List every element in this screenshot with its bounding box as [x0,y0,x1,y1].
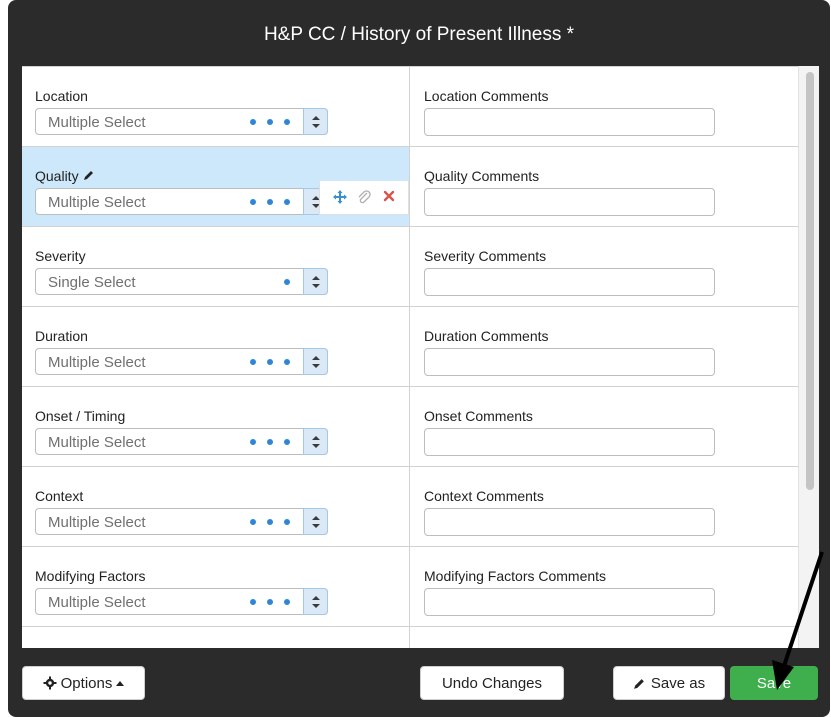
field-label: Modifying Factors [35,568,146,584]
field-label: Quality [35,168,95,184]
save-button[interactable]: Save [730,666,818,700]
comment-label: Duration Comments [424,328,549,344]
select-placeholder: Multiple Select [48,434,146,451]
field-cell: Onset / Timing Multiple Select [22,387,410,466]
comment-cell: Duration Comments [410,307,798,386]
comment-cell: Severity Comments [410,227,798,306]
comment-cell: Quality Comments [410,147,798,226]
single-select-dot [284,279,290,285]
select-placeholder: Multiple Select [48,114,146,131]
field-cell: Context Multiple Select [22,467,410,546]
location-comments-input[interactable] [424,108,715,136]
field-cell: Location Multiple Select [22,67,410,146]
hpi-modal: H&P CC / History of Present Illness * Lo… [8,0,830,717]
select-placeholder: Multiple Select [48,594,146,611]
undo-label: Undo Changes [441,674,543,692]
undo-changes-button[interactable]: Undo Changes [420,666,564,700]
select-placeholder: Single Select [48,274,136,291]
caret-up-icon [116,681,125,686]
severity-select[interactable]: Single Select [35,268,328,295]
multi-select-dots [250,199,290,205]
select-placeholder: Multiple Select [48,194,146,211]
form-row-severity: Severity Single Select Severity Comments [22,226,798,306]
select-placeholder: Multiple Select [48,354,146,371]
pencil-icon[interactable] [83,168,95,184]
up-down-arrows-icon[interactable] [303,508,328,535]
comment-label: Quality Comments [424,168,540,184]
modifying-factors-select[interactable]: Multiple Select [35,588,328,615]
form-row-quality: Quality Multiple Select Quality Comments [22,146,798,226]
context-comments-input[interactable] [424,508,715,536]
form-row-duration: Duration Multiple Select Duration Commen… [22,306,798,386]
save-as-label: Save as [650,674,706,692]
comment-cell: Location Comments [410,67,798,146]
context-select[interactable]: Multiple Select [35,508,328,535]
options-button[interactable]: Options [22,666,145,700]
onset-select[interactable]: Multiple Select [35,428,328,455]
comment-cell: Context Comments [410,467,798,546]
options-label: Options [60,674,113,692]
scrollbar-thumb[interactable] [806,72,814,490]
field-cell: Duration Multiple Select [22,307,410,386]
quality-select[interactable]: Multiple Select [35,188,328,215]
comment-label: Context Comments [424,488,544,504]
field-action-bar [319,181,409,215]
field-cell: Modifying Factors Multiple Select [22,547,410,626]
comment-label: Modifying Factors Comments [424,568,607,584]
location-select[interactable]: Multiple Select [35,108,328,135]
field-label: Context [35,488,84,504]
form-row-modifying-factors: Modifying Factors Multiple Select Modify… [22,546,798,626]
move-icon[interactable] [332,189,348,210]
comment-label: Onset Comments [424,408,533,424]
duration-comments-input[interactable] [424,348,715,376]
modifying-factors-comments-input[interactable] [424,588,715,616]
scrollbar[interactable] [798,66,819,648]
field-cell [22,627,410,648]
onset-comments-input[interactable] [424,428,715,456]
form-row-location: Location Multiple Select Location Commen… [22,66,798,146]
modal-title: H&P CC / History of Present Illness * [263,24,575,45]
quality-comments-input[interactable] [424,188,715,216]
field-label: Duration [35,328,88,344]
comment-cell: Onset Comments [410,387,798,466]
form-row-context: Context Multiple Select Context Comments [22,466,798,546]
duration-select[interactable]: Multiple Select [35,348,328,375]
up-down-arrows-icon[interactable] [303,588,328,615]
save-as-button[interactable]: Save as [613,666,725,700]
up-down-arrows-icon[interactable] [303,428,328,455]
save-label: Save [756,674,792,692]
severity-comments-input[interactable] [424,268,715,296]
close-icon[interactable] [382,189,396,208]
field-label: Onset / Timing [35,408,126,424]
multi-select-dots [250,119,290,125]
field-label: Location [35,88,88,104]
comment-label: Location Comments [424,88,549,104]
gear-icon [43,676,57,690]
multi-select-dots [250,599,290,605]
comment-cell: Modifying Factors Comments [410,547,798,626]
field-cell: Severity Single Select [22,227,410,306]
up-down-arrows-icon[interactable] [303,108,328,135]
multi-select-dots [250,519,290,525]
comment-cell [410,627,798,648]
up-down-arrows-icon[interactable] [303,268,328,295]
pencil-icon [633,678,644,689]
form-row-partial [22,626,798,648]
field-label-text: Quality [35,168,79,184]
multi-select-dots [250,359,290,365]
multi-select-dots [250,439,290,445]
form-row-onset: Onset / Timing Multiple Select Onset Com… [22,386,798,466]
form-content: Location Multiple Select Location Commen… [22,66,819,648]
comment-label: Severity Comments [424,248,547,264]
paperclip-icon[interactable] [356,189,372,210]
up-down-arrows-icon[interactable] [303,348,328,375]
field-label: Severity [35,248,86,264]
select-placeholder: Multiple Select [48,514,146,531]
